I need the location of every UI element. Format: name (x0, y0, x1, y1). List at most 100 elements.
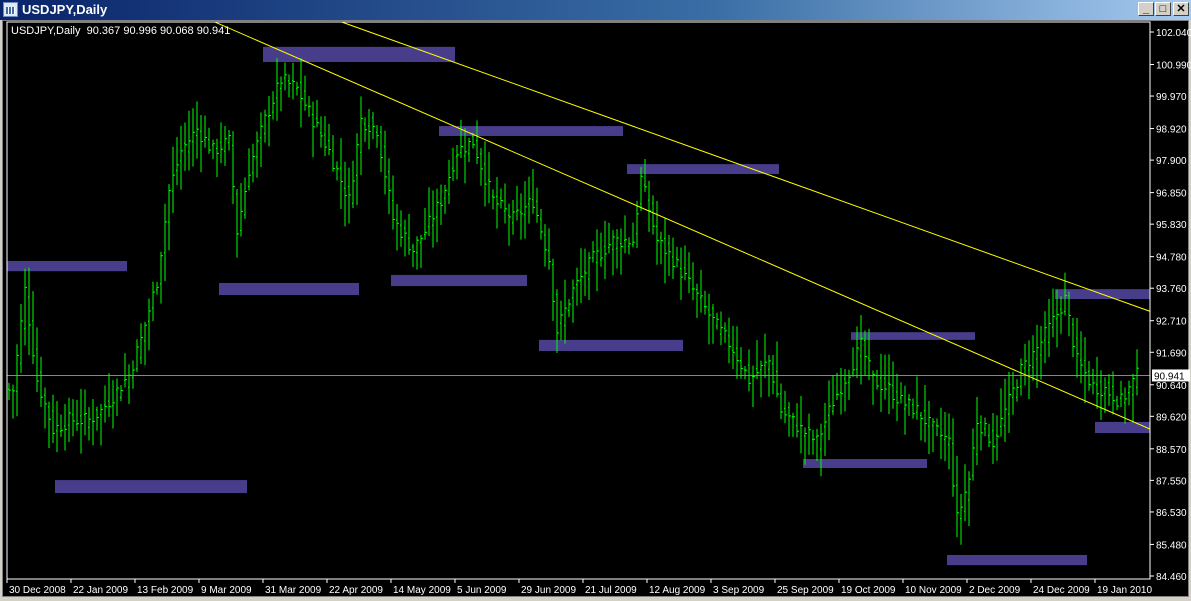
ohlc-bar (968, 471, 971, 526)
ohlc-bar (920, 412, 923, 441)
ohlc-bar (1096, 356, 1099, 409)
ohlc-bar (456, 145, 459, 180)
time-tick-label: 30 Dec 2008 (9, 585, 66, 596)
ohlc-bar (740, 347, 743, 379)
ohlc-bar (420, 234, 423, 268)
ohlc-bar (364, 117, 367, 142)
ohlc-bar (1020, 358, 1023, 396)
ohlc-bar (564, 279, 567, 344)
ohlc-bar (140, 323, 143, 364)
trendline (341, 22, 1150, 312)
trendline (214, 22, 1150, 430)
ohlc-bar (560, 300, 563, 341)
ohlc-bar (672, 237, 675, 280)
chart-symbol: USDJPY,Daily (11, 25, 81, 37)
ohlc-bar (1040, 326, 1043, 380)
ohlc-bar (408, 214, 411, 255)
ohlc-bar (1044, 311, 1047, 364)
price-chart[interactable]: 102.040 100.990 99.970 98.920 97.900 96.850 95… (0, 0, 1191, 601)
support-resistance-zone (803, 459, 927, 469)
ohlc-bar (880, 353, 883, 413)
ohlc-bar (908, 394, 911, 416)
ohlc-bar (1036, 324, 1039, 388)
ohlc-bar (40, 356, 43, 407)
ohlc-bar (820, 423, 823, 477)
ohlc-bar (184, 122, 187, 171)
ohlc-bar (512, 200, 515, 235)
ohlc-bar (1120, 380, 1123, 408)
ohlc-bar (696, 283, 699, 318)
ohlc-bar (596, 229, 599, 292)
ohlc-bar (308, 96, 311, 117)
support-resistance-zone (851, 332, 975, 340)
time-tick-label: 13 Feb 2009 (137, 585, 194, 596)
ohlc-bar (428, 187, 431, 237)
ohlc-bar (252, 143, 255, 183)
support-resistance-zone (627, 164, 779, 175)
ohlc-bar (928, 400, 931, 455)
time-tick-label: 14 May 2009 (393, 585, 451, 596)
ohlc-bar (688, 252, 691, 294)
ohlc-bar (108, 373, 111, 417)
ohlc-bar (1000, 388, 1003, 437)
ohlc-bar (192, 108, 195, 167)
ohlc-bar (12, 384, 15, 419)
ohlc-bar (836, 372, 839, 401)
ohlc-bar (24, 268, 27, 346)
support-resistance-zone (1095, 421, 1150, 434)
ohlc-bar (608, 222, 611, 254)
ohlc-bar (392, 175, 395, 230)
price-tick-label: 94.780 (1156, 253, 1187, 264)
ohlc-bar (200, 115, 203, 173)
ohlc-bar (748, 349, 751, 392)
ohlc-bar (884, 354, 887, 400)
ohlc-bar (1048, 298, 1051, 357)
ohlc-bar (852, 347, 855, 377)
ohlc-bar (1060, 296, 1063, 334)
ohlc-bar (216, 138, 219, 178)
ohlc-bar (212, 139, 215, 160)
time-tick-label: 25 Sep 2009 (777, 585, 834, 596)
ohlc-bar (136, 339, 139, 373)
ohlc-bar (1104, 377, 1107, 413)
price-tick-label: 99.970 (1156, 92, 1187, 103)
ohlc-bar (248, 148, 251, 191)
ohlc-bar (948, 413, 951, 470)
ohlc-bar (772, 355, 775, 395)
ohlc-bar (328, 123, 331, 156)
ohlc-bar (676, 246, 679, 268)
support-resistance-zone (391, 274, 527, 287)
ohlc-bar (760, 360, 763, 398)
price-tick-label: 89.620 (1156, 412, 1187, 423)
ohlc-bar (660, 231, 663, 265)
price-tick-label: 102.040 (1156, 28, 1191, 39)
ohlc-bar (1084, 337, 1087, 404)
ohlc-bar (412, 243, 415, 268)
ohlc-bar (60, 414, 63, 437)
support-resistance-zone (947, 554, 1087, 566)
ohlc-bar (1032, 335, 1035, 381)
ohlc-bar (548, 228, 551, 270)
support-resistance-zone (539, 339, 683, 352)
ohlc-bar (384, 130, 387, 195)
ohlc-bar (172, 146, 175, 214)
ohlc-bar (32, 291, 35, 365)
ohlc-bar (976, 396, 979, 466)
ohlc-bar (536, 187, 539, 223)
ohlc-bar (492, 189, 495, 210)
ohlc-bar (168, 184, 171, 251)
price-tick-label: 87.550 (1156, 476, 1187, 487)
ohlc-bar (528, 176, 531, 224)
ohlc-bar (680, 247, 683, 300)
ohlc-bar (84, 389, 87, 436)
ohlc-bar (620, 228, 623, 275)
ohlc-bar (628, 237, 631, 255)
ohlc-bar (648, 180, 651, 232)
ohlc-bar (452, 147, 455, 181)
ohlc-bar (288, 74, 291, 98)
ohlc-bar (460, 119, 463, 159)
ohlc-bar (44, 387, 47, 429)
ohlc-bar (912, 398, 915, 419)
ohlc-bar (1004, 378, 1007, 443)
ohlc-bar (348, 167, 351, 224)
